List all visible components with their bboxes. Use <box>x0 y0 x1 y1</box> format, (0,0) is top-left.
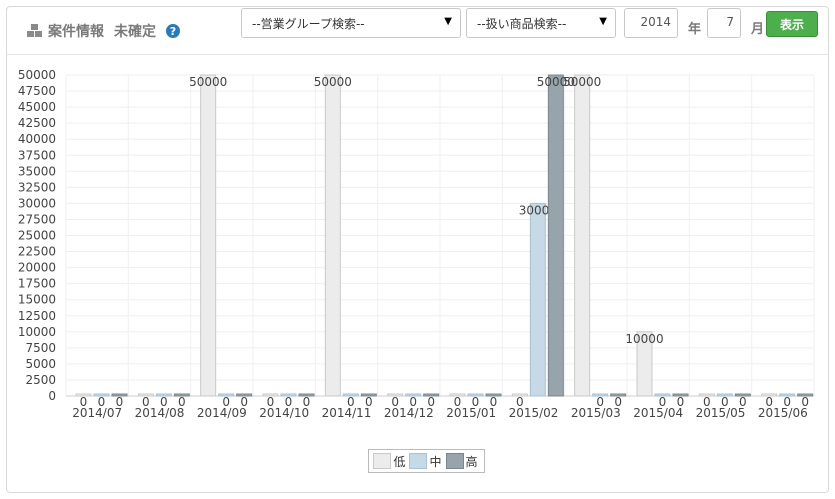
y-tick-label: 40000 <box>18 132 56 146</box>
data-label: 0 <box>347 395 355 409</box>
data-label: 0 <box>222 395 230 409</box>
y-tick-label: 27500 <box>18 212 56 226</box>
data-label: 0 <box>160 395 168 409</box>
legend-label: 高 <box>465 454 478 469</box>
y-tick-label: 45000 <box>18 100 56 114</box>
data-label: 0 <box>80 395 88 409</box>
bar-低 <box>574 74 591 397</box>
data-label: 50000 <box>314 75 352 89</box>
data-label: 0 <box>516 395 524 409</box>
data-label: 0 <box>614 395 622 409</box>
y-tick-label: 35000 <box>18 164 56 178</box>
y-tick-label: 17500 <box>18 277 56 291</box>
y-tick-label: 15000 <box>18 293 56 307</box>
legend-label: 中 <box>429 454 442 469</box>
y-tick-label: 12500 <box>18 309 56 323</box>
chart-legend: 低中高 <box>368 449 485 473</box>
data-label: 0 <box>365 395 373 409</box>
data-label: 0 <box>765 395 773 409</box>
y-tick-label: 2500 <box>25 373 56 387</box>
data-label: 50000 <box>189 75 227 89</box>
data-label: 0 <box>472 395 480 409</box>
y-tick-label: 32500 <box>18 180 56 194</box>
y-tick-label: 0 <box>48 389 56 403</box>
bar-高 <box>547 74 564 397</box>
data-label: 0 <box>391 395 399 409</box>
data-label: 0 <box>801 395 809 409</box>
data-label: 0 <box>677 395 685 409</box>
bar-低 <box>324 74 341 397</box>
legend-swatch <box>445 453 464 469</box>
data-label: 0 <box>142 395 150 409</box>
legend-label: 低 <box>393 454 406 469</box>
y-tick-label: 20000 <box>18 261 56 275</box>
data-label: 0 <box>427 395 435 409</box>
data-label: 0 <box>178 395 186 409</box>
data-label: 50000 <box>537 75 575 89</box>
legend-swatch <box>373 453 392 469</box>
data-label: 0 <box>596 395 604 409</box>
legend-item: 高 <box>445 453 478 470</box>
legend-item: 低 <box>373 453 405 470</box>
data-label: 0 <box>739 395 747 409</box>
legend-item: 中 <box>409 453 442 470</box>
data-label: 10000 <box>625 332 663 346</box>
data-label: 0 <box>703 395 711 409</box>
data-label: 0 <box>285 395 293 409</box>
bar-chart: 0 2500 5000 7500 10000 12500 15000 17500 20000 22… <box>18 68 815 420</box>
data-label: 0 <box>454 395 462 409</box>
y-tick-label: 10000 <box>18 325 56 339</box>
data-label: 0 <box>409 395 417 409</box>
data-label: 0 <box>490 395 498 409</box>
data-label: 0 <box>116 395 124 409</box>
legend-swatch <box>409 453 428 469</box>
y-tick-label: 47500 <box>18 84 56 98</box>
data-label: 0 <box>303 395 311 409</box>
data-label: 0 <box>98 395 106 409</box>
data-label: 0 <box>721 395 729 409</box>
y-tick-label: 5000 <box>25 357 56 371</box>
bar-低 <box>200 74 217 397</box>
y-tick-label: 22500 <box>18 245 56 259</box>
y-tick-label: 7500 <box>25 341 56 355</box>
y-tick-label: 30000 <box>18 196 56 210</box>
y-tick-label: 25000 <box>18 229 56 243</box>
y-tick-label: 37500 <box>18 148 56 162</box>
data-label: 0 <box>659 395 667 409</box>
data-label: 0 <box>783 395 791 409</box>
data-label: 0 <box>267 395 275 409</box>
bar-中 <box>529 202 546 397</box>
y-tick-label: 42500 <box>18 116 56 130</box>
data-label: 0 <box>240 395 248 409</box>
y-tick-label: 50000 <box>18 68 56 82</box>
